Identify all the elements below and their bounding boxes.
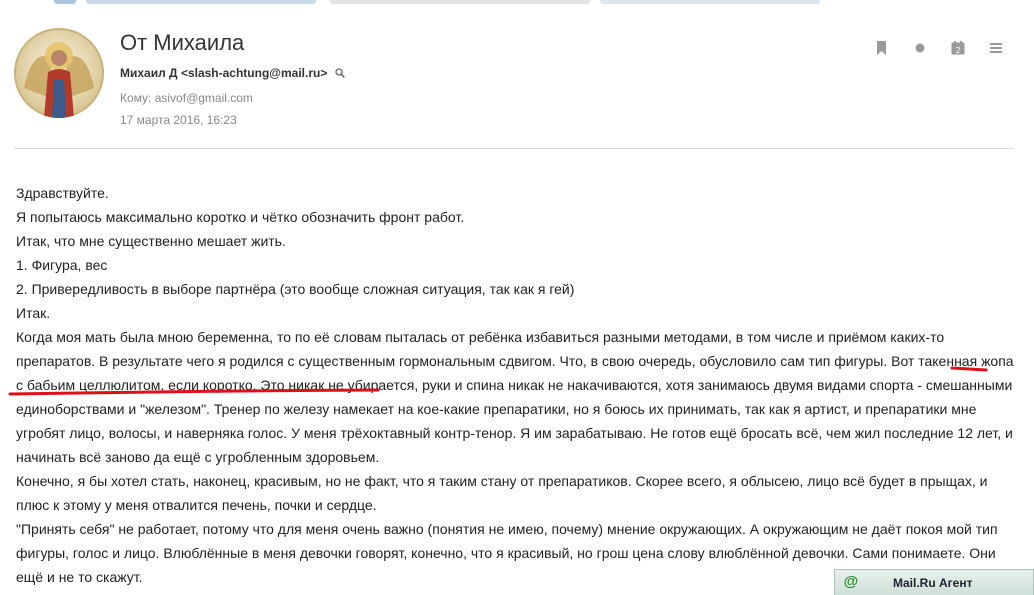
header-divider bbox=[14, 148, 1014, 149]
body-paragraph: Конечно, я бы хотел стать, наконец, крас… bbox=[16, 473, 988, 513]
message-date: 17 марта 2016, 16:23 bbox=[120, 113, 237, 127]
dot-icon[interactable] bbox=[912, 40, 928, 56]
at-icon: @ bbox=[843, 573, 859, 590]
body-paragraph: Здравствуйте. bbox=[16, 185, 109, 201]
message-header: От Михаила Михаил Д <slash-achtung@mail.… bbox=[0, 10, 1034, 150]
calendar-icon[interactable]: 2 bbox=[950, 40, 966, 56]
recipient-line: Кому: asivof@gmail.com bbox=[120, 91, 253, 105]
body-paragraph: Я попытаюсь максимально коротко и чётко … bbox=[16, 209, 465, 225]
avatar-image bbox=[14, 28, 104, 118]
body-paragraph: Когда моя мать была мною беременна, то п… bbox=[16, 329, 1014, 465]
svg-text:2: 2 bbox=[955, 46, 960, 55]
body-paragraph: Итак, что мне существенно мешает жить. bbox=[16, 233, 286, 249]
mail-ru-agent-bar[interactable]: @ Mail.Ru Агент bbox=[834, 569, 1034, 595]
agent-label: Mail.Ru Агент bbox=[893, 576, 973, 590]
sender-line: Михаил Д <slash-achtung@mail.ru> bbox=[120, 66, 345, 81]
cropped-toolbar-strip bbox=[0, 0, 1034, 10]
body-paragraph: Итак. bbox=[16, 305, 51, 321]
message-subject: От Михаила bbox=[120, 30, 245, 55]
sender-address[interactable]: Михаил Д <slash-achtung@mail.ru> bbox=[120, 66, 327, 80]
menu-icon[interactable] bbox=[988, 40, 1004, 56]
message-body: Здравствуйте. Я попытаюсь максимально ко… bbox=[16, 181, 1016, 589]
body-paragraph: 2. Привередливость в выборе партнёра (эт… bbox=[16, 281, 575, 297]
search-icon[interactable] bbox=[335, 67, 345, 81]
body-paragraph: 1. Фигура, вес bbox=[16, 257, 108, 273]
sender-avatar bbox=[14, 28, 104, 118]
bookmark-icon[interactable] bbox=[874, 40, 890, 56]
